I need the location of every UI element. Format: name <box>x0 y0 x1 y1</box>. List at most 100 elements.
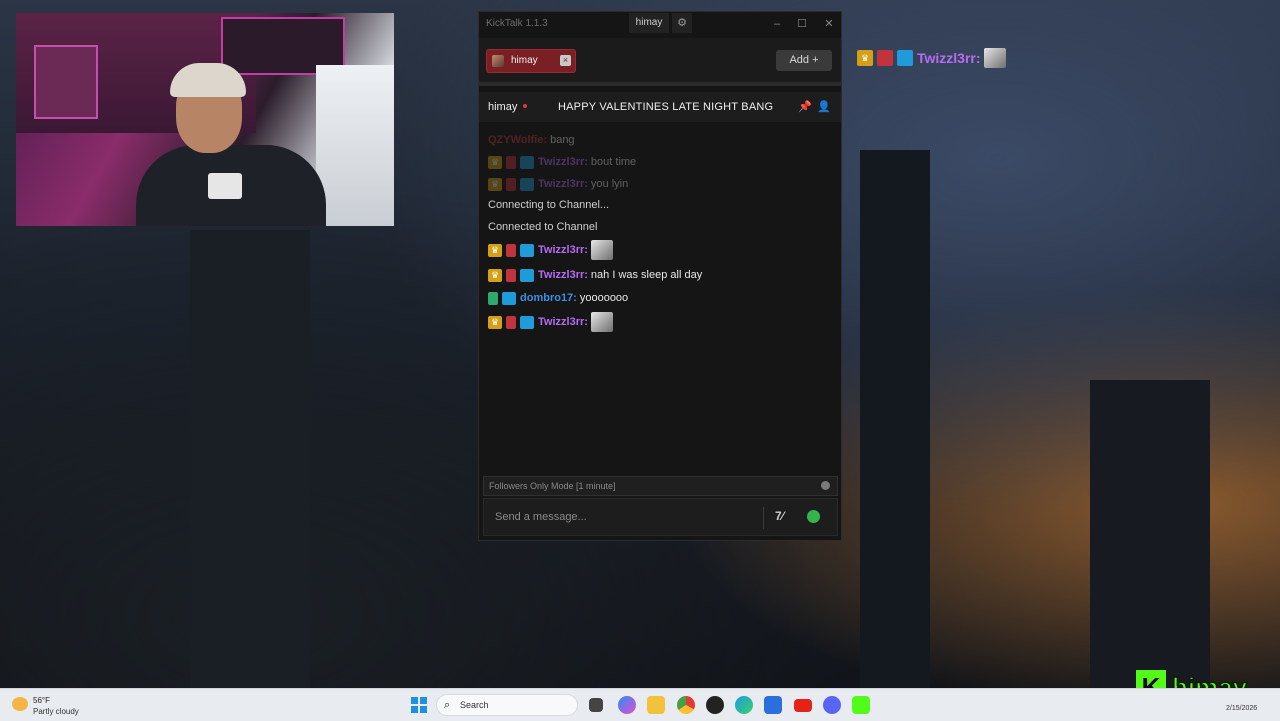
crown-badge-icon: ♛ <box>488 243 502 257</box>
youtube-icon[interactable] <box>794 699 812 712</box>
wallpaper-tower <box>190 230 310 688</box>
chat-message: dombro17: yooooooo <box>488 288 628 308</box>
emote-icon <box>590 240 613 260</box>
7tv-emote-icon[interactable]: 7⁄ <box>775 509 784 523</box>
chrome-icon[interactable] <box>677 696 695 714</box>
copilot-icon[interactable] <box>618 696 636 714</box>
close-icon[interactable]: ✕ <box>821 16 837 32</box>
tab-himay[interactable]: himay × <box>486 49 576 73</box>
discord-icon[interactable] <box>823 696 841 714</box>
taskbar-date: 2/15/2026 <box>1226 705 1258 712</box>
sub-badge-icon <box>506 155 516 169</box>
chat-username[interactable]: Twizzl3rr: <box>538 244 588 256</box>
crown-badge-icon: ♛ <box>488 315 502 329</box>
plus-icon: + <box>812 54 819 66</box>
cube-badge-icon <box>520 268 534 282</box>
webcam-pc-case <box>316 65 394 226</box>
add-channel-button[interactable]: Add + <box>776 50 832 71</box>
webcam-shelf <box>34 45 98 119</box>
obs-icon[interactable] <box>706 696 724 714</box>
system-message: Connecting to Channel... <box>488 199 610 211</box>
cube-badge-icon <box>520 315 534 329</box>
store-icon[interactable] <box>764 696 782 714</box>
chat-text: you lyin <box>590 178 629 190</box>
sub-badge-icon <box>506 177 516 191</box>
crown-badge-icon: ♛ <box>857 50 873 66</box>
add-label: Add <box>789 54 810 66</box>
crown-badge-icon: ♛ <box>488 177 502 191</box>
cube-badge-icon <box>520 177 534 191</box>
wallpaper-tower <box>860 150 930 688</box>
message-placeholder: Send a message... <box>495 511 587 523</box>
system-message: Connected to Channel <box>488 221 598 233</box>
cube-badge-icon <box>502 291 516 305</box>
overlay-username: Twizzl3rr: <box>917 50 981 66</box>
chat-text: yooooooo <box>579 292 629 304</box>
followers-mode-text: Followers Only Mode [1 minute] <box>489 481 616 491</box>
chat-text: bout time <box>590 156 637 168</box>
chat-username[interactable]: Twizzl3rr: <box>538 316 588 328</box>
kicktalk-window: KickTalk 1.1.3 himay ⚙ – ☐ ✕ himay × Add… <box>478 11 842 541</box>
maximize-icon[interactable]: ☐ <box>794 16 810 32</box>
followers-only-banner: Followers Only Mode [1 minute] <box>483 476 838 496</box>
chat-message: ♛ Twizzl3rr: nah I was sleep all day <box>488 265 702 285</box>
search-label: Search <box>460 700 489 710</box>
chat-username[interactable]: Twizzl3rr: <box>538 269 588 281</box>
green-badge-icon <box>488 291 498 305</box>
sub-badge-icon <box>877 50 893 66</box>
gear-icon[interactable]: ⚙ <box>672 13 692 33</box>
cube-badge-icon <box>520 155 534 169</box>
app-title: KickTalk 1.1.3 <box>486 18 548 29</box>
channel-avatar <box>492 55 504 67</box>
emote-icon <box>590 312 613 332</box>
webcam-feed <box>16 13 394 226</box>
chat-message: ♛ Twizzl3rr: <box>488 240 613 260</box>
tab-label: himay <box>511 55 538 66</box>
info-icon[interactable] <box>821 481 830 490</box>
channel-name: himay <box>488 101 518 113</box>
chat-username[interactable]: Twizzl3rr: <box>538 156 588 168</box>
live-indicator-icon <box>523 104 527 108</box>
crown-badge-icon: ♛ <box>488 268 502 282</box>
sub-badge-icon <box>506 315 516 329</box>
chat-username[interactable]: dombro17: <box>520 292 577 304</box>
emote-icon <box>983 48 1006 68</box>
chat-message: QZYWolfie: bang <box>488 130 575 150</box>
kick-app-icon[interactable] <box>852 696 870 714</box>
current-user-button[interactable]: himay <box>629 13 669 33</box>
sub-badge-icon <box>506 243 516 257</box>
cube-badge-icon <box>520 243 534 257</box>
pin-icon[interactable]: 📌 <box>798 100 812 113</box>
start-icon[interactable] <box>411 697 427 713</box>
file-explorer-icon[interactable] <box>647 696 665 714</box>
streamer-cap <box>170 63 246 97</box>
task-view-icon[interactable] <box>589 698 603 712</box>
channel-tabs: himay × Add + <box>479 38 841 86</box>
user-icon[interactable]: 👤 <box>817 100 831 113</box>
hoodie-logo <box>208 173 242 199</box>
taskbar: 56°F Partly cloudy ⌕ Search 2/15/2026 <box>0 688 1280 721</box>
chat-text: bang <box>550 134 575 146</box>
wallpaper-tower <box>1090 380 1210 688</box>
search-box[interactable]: ⌕ Search <box>436 694 578 716</box>
chat-overlay: ♛ Twizzl3rr: <box>857 48 1006 68</box>
weather-condition: Partly cloudy <box>33 707 79 716</box>
channel-info-bar: himay HAPPY VALENTINES LATE NIGHT BANG 📌… <box>479 92 841 122</box>
minimize-icon[interactable]: – <box>769 16 785 32</box>
chat-username[interactable]: Twizzl3rr: <box>538 178 588 190</box>
weather-temperature: 56°F <box>33 696 50 705</box>
close-tab-icon[interactable]: × <box>560 55 571 66</box>
input-divider <box>763 507 764 529</box>
kick-emote-icon[interactable] <box>807 510 820 523</box>
title-bar: KickTalk 1.1.3 himay ⚙ – ☐ ✕ <box>479 12 841 36</box>
chat-messages: QZYWolfie: bang ♛ Twizzl3rr: bout time ♛ Twizz… <box>479 124 841 474</box>
chat-text: nah I was sleep all day <box>590 269 703 281</box>
message-input[interactable]: Send a message... 7⁄ <box>483 498 838 536</box>
crown-badge-icon: ♛ <box>488 155 502 169</box>
chat-username[interactable]: QZYWolfie: <box>488 134 547 146</box>
sub-badge-icon <box>506 268 516 282</box>
edge-icon[interactable] <box>735 696 753 714</box>
chat-message: ♛ Twizzl3rr: bout time <box>488 152 636 172</box>
search-icon: ⌕ <box>444 699 451 711</box>
chat-message: ♛ Twizzl3rr: you lyin <box>488 174 628 194</box>
